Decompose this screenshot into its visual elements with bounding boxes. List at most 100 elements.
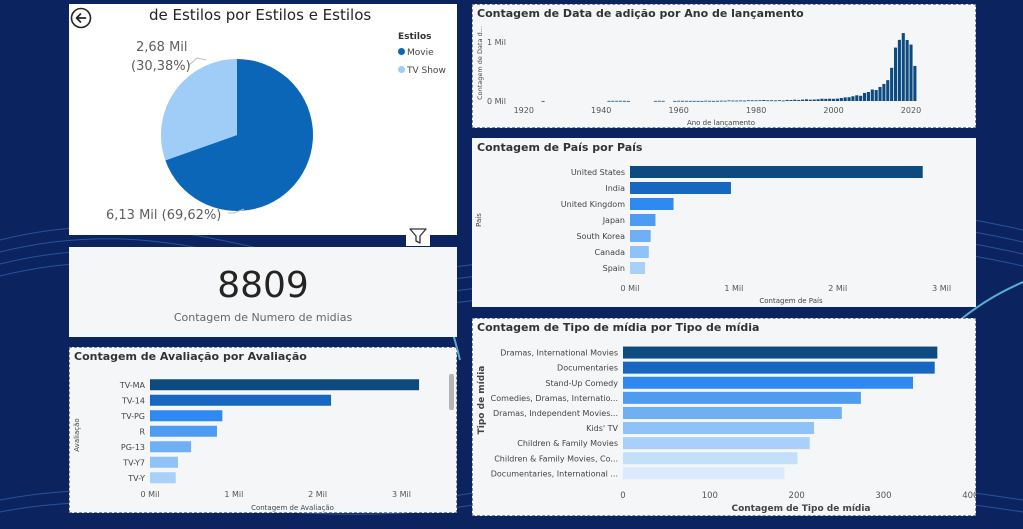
year-bar xyxy=(777,100,781,102)
country-tick-label: 3 Mil xyxy=(932,284,951,293)
year-bar xyxy=(719,100,723,102)
genre-tick-label: 200 xyxy=(789,491,805,501)
year-bar xyxy=(808,99,812,101)
year-bar xyxy=(626,100,630,102)
year-bar xyxy=(913,65,917,101)
year-bar xyxy=(739,100,743,102)
genre-tick-label: 0 xyxy=(620,491,625,501)
rating-scrollbar[interactable] xyxy=(449,374,454,410)
year-bar xyxy=(909,44,913,101)
kpi-value: 8809 xyxy=(217,265,309,306)
year-bar xyxy=(653,100,657,102)
country-category-label: Japan xyxy=(602,216,625,225)
year-bar xyxy=(657,100,661,102)
year-bar xyxy=(708,100,712,102)
rating-bar xyxy=(150,379,420,391)
year-bar xyxy=(874,90,878,101)
genre-bar xyxy=(623,391,861,404)
year-bar xyxy=(878,86,882,101)
country-bar xyxy=(630,262,646,274)
rating-category-label: TV-14 xyxy=(121,396,145,405)
genre-y-axis-title: Tipo de mídia xyxy=(477,366,487,435)
year-bar xyxy=(684,100,688,102)
pie-label-tvshow-value: 2,68 Mil xyxy=(136,40,188,55)
year-bar xyxy=(704,100,708,102)
year-bar xyxy=(843,97,847,101)
country-bar-chart: United States India United Kingdom Japan Sou… xyxy=(475,166,951,305)
more-options-icon[interactable]: ⋯ xyxy=(432,223,457,240)
country-bar xyxy=(630,198,674,210)
rating-bar xyxy=(150,394,332,406)
filter-icon[interactable] xyxy=(406,226,430,246)
year-bar xyxy=(789,100,793,101)
year-bar xyxy=(905,39,909,101)
year-x-tick-label: 1980 xyxy=(746,106,766,115)
country-tick-label: 0 Mil xyxy=(621,284,640,293)
year-bar xyxy=(804,99,809,101)
year-bar xyxy=(847,97,851,101)
year-bar xyxy=(828,98,832,101)
year-bar xyxy=(766,100,770,102)
rating-tick-label: 3 Mil xyxy=(392,490,411,499)
kpi-card: 8809 Contagem de Numero de midias xyxy=(69,247,457,337)
pie-label-tvshow-percent: (30,38%) xyxy=(131,59,191,74)
rating-category-label: TV-Y xyxy=(127,474,145,483)
genre-x-axis-title: Contagem de Tipo de mídia xyxy=(731,504,870,514)
year-x-tick-label: 2000 xyxy=(823,106,843,115)
year-bar xyxy=(754,100,758,102)
rating-category-label: PG-13 xyxy=(121,443,145,452)
year-bar xyxy=(870,89,874,101)
legend-item-tvshow[interactable]: TV Show xyxy=(398,66,446,76)
year-panel: Contagem de Data de adição por Ano de la… xyxy=(472,4,976,128)
year-bar xyxy=(622,100,626,102)
genre-category-label: Dramas, Independent Movies... xyxy=(493,409,618,418)
year-bar xyxy=(862,92,867,101)
year-bar xyxy=(673,100,677,102)
year-bar xyxy=(750,100,754,102)
pie-panel: de Estilos por Estilos e Estilos Estilos… xyxy=(69,4,457,235)
country-y-axis-title: País xyxy=(475,213,483,227)
year-bar xyxy=(793,99,797,101)
year-bar xyxy=(762,99,766,101)
year-bar xyxy=(746,100,750,102)
rating-bar xyxy=(150,441,192,453)
genre-tick-label: 100 xyxy=(702,491,718,501)
year-bar xyxy=(897,39,901,101)
year-x-tick-label: 1960 xyxy=(668,106,688,115)
genre-category-label: Children & Family Movies, Co... xyxy=(494,454,618,463)
genre-bar xyxy=(623,376,914,389)
year-bar xyxy=(688,100,692,102)
year-bar xyxy=(785,99,789,101)
year-bar xyxy=(727,100,731,102)
genre-category-label: Documentaries xyxy=(557,364,618,373)
year-bar xyxy=(832,98,836,101)
year-bar xyxy=(855,95,859,101)
year-bar xyxy=(742,100,747,102)
rating-tick-label: 0 Mil xyxy=(141,490,160,499)
year-bar xyxy=(866,91,870,101)
country-category-label: United Kingdom xyxy=(561,200,625,209)
year-bar xyxy=(692,100,696,102)
year-bar xyxy=(773,100,778,102)
genre-category-label: Dramas, International Movies xyxy=(500,349,618,358)
year-bar xyxy=(886,80,890,101)
year-bar xyxy=(893,47,898,101)
country-x-axis-title: Contagem de País xyxy=(759,297,823,305)
rating-bar xyxy=(150,410,223,422)
year-bar-chart: 0 Mil 1 Mil 1920 1940 1960 1980 2000 2020 Ano de… xyxy=(476,26,921,127)
rating-tick-label: 2 Mil xyxy=(308,490,327,499)
year-bar xyxy=(816,99,820,101)
legend-item-movie[interactable]: Movie xyxy=(398,48,434,58)
year-x-axis-title: Ano de lançamento xyxy=(687,119,755,127)
legend-swatch-tvshow xyxy=(398,66,405,73)
year-bar xyxy=(770,100,774,102)
year-bar xyxy=(820,98,824,101)
year-bar xyxy=(541,100,545,102)
year-y-axis-title: Contagem de Data d... xyxy=(476,26,484,100)
genre-bar xyxy=(623,452,798,465)
year-bar xyxy=(677,100,681,102)
genre-bar xyxy=(623,422,815,435)
country-bar xyxy=(630,166,923,178)
country-bar xyxy=(630,214,656,226)
country-category-label: Canada xyxy=(595,248,626,257)
